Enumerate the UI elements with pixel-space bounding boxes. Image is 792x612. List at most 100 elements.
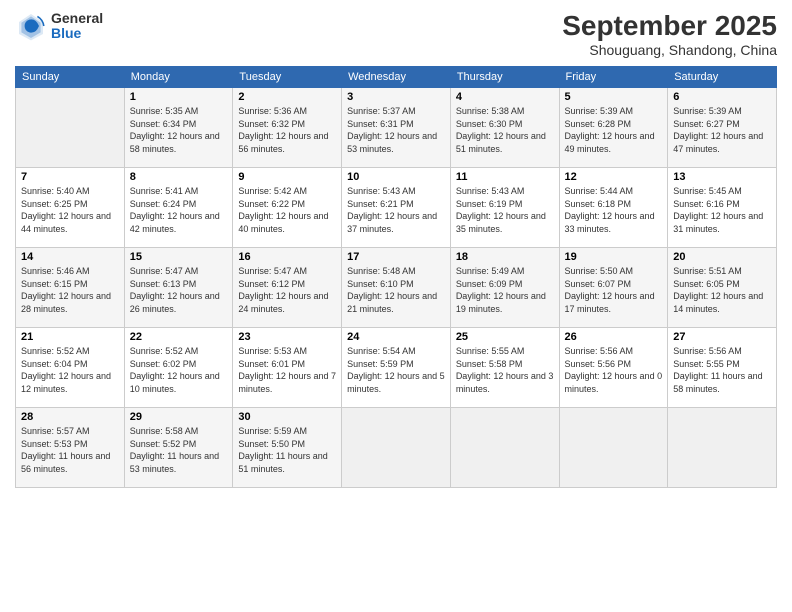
day-number: 7 — [21, 171, 119, 183]
day-info: Sunrise: 5:53 AM Sunset: 6:01 PM Dayligh… — [238, 345, 336, 395]
day-number: 16 — [238, 251, 336, 263]
logo-general-text: General — [51, 11, 103, 26]
day-info: Sunrise: 5:43 AM Sunset: 6:21 PM Dayligh… — [347, 185, 445, 235]
header: General Blue September 2025 Shouguang, S… — [15, 10, 777, 58]
col-friday: Friday — [559, 67, 668, 88]
day-number: 25 — [456, 331, 554, 343]
calendar-week-row: 28 Sunrise: 5:57 AM Sunset: 5:53 PM Dayli… — [16, 408, 777, 488]
day-info: Sunrise: 5:56 AM Sunset: 5:56 PM Dayligh… — [565, 345, 663, 395]
day-info: Sunrise: 5:44 AM Sunset: 6:18 PM Dayligh… — [565, 185, 663, 235]
calendar-week-row: 14 Sunrise: 5:46 AM Sunset: 6:15 PM Dayli… — [16, 248, 777, 328]
calendar-day-cell: 22 Sunrise: 5:52 AM Sunset: 6:02 PM Dayli… — [124, 328, 233, 408]
day-info: Sunrise: 5:40 AM Sunset: 6:25 PM Dayligh… — [21, 185, 119, 235]
day-info: Sunrise: 5:52 AM Sunset: 6:04 PM Dayligh… — [21, 345, 119, 395]
day-number: 30 — [238, 411, 336, 423]
main-container: General Blue September 2025 Shouguang, S… — [0, 0, 792, 612]
day-number: 19 — [565, 251, 663, 263]
calendar-day-cell — [559, 408, 668, 488]
calendar-day-cell — [16, 88, 125, 168]
day-info: Sunrise: 5:51 AM Sunset: 6:05 PM Dayligh… — [673, 265, 771, 315]
calendar-day-cell: 9Sunrise: 5:42 AM Sunset: 6:22 PM Daylig… — [233, 168, 342, 248]
day-info: Sunrise: 5:41 AM Sunset: 6:24 PM Dayligh… — [130, 185, 228, 235]
calendar-day-cell: 28 Sunrise: 5:57 AM Sunset: 5:53 PM Dayli… — [16, 408, 125, 488]
calendar-day-cell: 6Sunrise: 5:39 AM Sunset: 6:27 PM Daylig… — [668, 88, 777, 168]
day-info: Sunrise: 5:42 AM Sunset: 6:22 PM Dayligh… — [238, 185, 336, 235]
day-number: 27 — [673, 331, 771, 343]
logo-text: General Blue — [51, 11, 103, 42]
col-wednesday: Wednesday — [342, 67, 451, 88]
day-info: Sunrise: 5:47 AM Sunset: 6:12 PM Dayligh… — [238, 265, 336, 315]
calendar-day-cell — [668, 408, 777, 488]
day-number: 24 — [347, 331, 445, 343]
day-number: 12 — [565, 171, 663, 183]
day-number: 22 — [130, 331, 228, 343]
day-info: Sunrise: 5:49 AM Sunset: 6:09 PM Dayligh… — [456, 265, 554, 315]
calendar-day-cell: 8 Sunrise: 5:41 AM Sunset: 6:24 PM Daylig… — [124, 168, 233, 248]
calendar-day-cell: 24Sunrise: 5:54 AM Sunset: 5:59 PM Dayli… — [342, 328, 451, 408]
calendar-header-row: Sunday Monday Tuesday Wednesday Thursday… — [16, 67, 777, 88]
day-number: 8 — [130, 171, 228, 183]
calendar-day-cell: 17Sunrise: 5:48 AM Sunset: 6:10 PM Dayli… — [342, 248, 451, 328]
day-info: Sunrise: 5:47 AM Sunset: 6:13 PM Dayligh… — [130, 265, 228, 315]
calendar-day-cell: 1 Sunrise: 5:35 AM Sunset: 6:34 PM Daylig… — [124, 88, 233, 168]
logo-icon — [15, 10, 47, 42]
calendar-day-cell: 26 Sunrise: 5:56 AM Sunset: 5:56 PM Dayli… — [559, 328, 668, 408]
col-monday: Monday — [124, 67, 233, 88]
calendar-day-cell: 23Sunrise: 5:53 AM Sunset: 6:01 PM Dayli… — [233, 328, 342, 408]
day-number: 15 — [130, 251, 228, 263]
calendar-day-cell: 10Sunrise: 5:43 AM Sunset: 6:21 PM Dayli… — [342, 168, 451, 248]
calendar-day-cell: 25 Sunrise: 5:55 AM Sunset: 5:58 PM Dayli… — [450, 328, 559, 408]
day-number: 1 — [130, 91, 228, 103]
calendar-day-cell: 7 Sunrise: 5:40 AM Sunset: 6:25 PM Daylig… — [16, 168, 125, 248]
calendar-day-cell: 21 Sunrise: 5:52 AM Sunset: 6:04 PM Dayli… — [16, 328, 125, 408]
calendar-day-cell: 16 Sunrise: 5:47 AM Sunset: 6:12 PM Dayli… — [233, 248, 342, 328]
col-sunday: Sunday — [16, 67, 125, 88]
day-info: Sunrise: 5:50 AM Sunset: 6:07 PM Dayligh… — [565, 265, 663, 315]
day-number: 14 — [21, 251, 119, 263]
calendar-title: September 2025 — [562, 10, 777, 42]
day-info: Sunrise: 5:46 AM Sunset: 6:15 PM Dayligh… — [21, 265, 119, 315]
title-area: September 2025 Shouguang, Shandong, Chin… — [562, 10, 777, 58]
day-info: Sunrise: 5:57 AM Sunset: 5:53 PM Dayligh… — [21, 425, 119, 475]
calendar-day-cell: 14 Sunrise: 5:46 AM Sunset: 6:15 PM Dayli… — [16, 248, 125, 328]
day-number: 3 — [347, 91, 445, 103]
day-info: Sunrise: 5:55 AM Sunset: 5:58 PM Dayligh… — [456, 345, 554, 395]
day-number: 17 — [347, 251, 445, 263]
day-number: 26 — [565, 331, 663, 343]
day-info: Sunrise: 5:35 AM Sunset: 6:34 PM Dayligh… — [130, 105, 228, 155]
day-info: Sunrise: 5:56 AM Sunset: 5:55 PM Dayligh… — [673, 345, 771, 395]
calendar-day-cell: 30Sunrise: 5:59 AM Sunset: 5:50 PM Dayli… — [233, 408, 342, 488]
day-info: Sunrise: 5:38 AM Sunset: 6:30 PM Dayligh… — [456, 105, 554, 155]
calendar-day-cell: 29Sunrise: 5:58 AM Sunset: 5:52 PM Dayli… — [124, 408, 233, 488]
calendar-day-cell: 3 Sunrise: 5:37 AM Sunset: 6:31 PM Daylig… — [342, 88, 451, 168]
calendar-day-cell: 12 Sunrise: 5:44 AM Sunset: 6:18 PM Dayli… — [559, 168, 668, 248]
day-number: 28 — [21, 411, 119, 423]
logo-blue-text: Blue — [51, 26, 103, 41]
day-number: 13 — [673, 171, 771, 183]
calendar-day-cell: 18 Sunrise: 5:49 AM Sunset: 6:09 PM Dayli… — [450, 248, 559, 328]
day-info: Sunrise: 5:36 AM Sunset: 6:32 PM Dayligh… — [238, 105, 336, 155]
calendar-day-cell: 13 Sunrise: 5:45 AM Sunset: 6:16 PM Dayli… — [668, 168, 777, 248]
calendar-day-cell: 27 Sunrise: 5:56 AM Sunset: 5:55 PM Dayli… — [668, 328, 777, 408]
calendar-day-cell: 5Sunrise: 5:39 AM Sunset: 6:28 PM Daylig… — [559, 88, 668, 168]
calendar-week-row: 1 Sunrise: 5:35 AM Sunset: 6:34 PM Daylig… — [16, 88, 777, 168]
day-number: 18 — [456, 251, 554, 263]
calendar-day-cell: 2 Sunrise: 5:36 AM Sunset: 6:32 PM Daylig… — [233, 88, 342, 168]
day-info: Sunrise: 5:39 AM Sunset: 6:28 PM Dayligh… — [565, 105, 663, 155]
day-number: 21 — [21, 331, 119, 343]
col-tuesday: Tuesday — [233, 67, 342, 88]
logo: General Blue — [15, 10, 103, 42]
calendar-day-cell: 20 Sunrise: 5:51 AM Sunset: 6:05 PM Dayli… — [668, 248, 777, 328]
day-number: 29 — [130, 411, 228, 423]
day-info: Sunrise: 5:52 AM Sunset: 6:02 PM Dayligh… — [130, 345, 228, 395]
day-info: Sunrise: 5:39 AM Sunset: 6:27 PM Dayligh… — [673, 105, 771, 155]
day-info: Sunrise: 5:45 AM Sunset: 6:16 PM Dayligh… — [673, 185, 771, 235]
calendar-week-row: 7 Sunrise: 5:40 AM Sunset: 6:25 PM Daylig… — [16, 168, 777, 248]
day-number: 20 — [673, 251, 771, 263]
calendar-week-row: 21 Sunrise: 5:52 AM Sunset: 6:04 PM Dayli… — [16, 328, 777, 408]
day-number: 2 — [238, 91, 336, 103]
day-info: Sunrise: 5:37 AM Sunset: 6:31 PM Dayligh… — [347, 105, 445, 155]
day-number: 4 — [456, 91, 554, 103]
col-saturday: Saturday — [668, 67, 777, 88]
day-number: 11 — [456, 171, 554, 183]
